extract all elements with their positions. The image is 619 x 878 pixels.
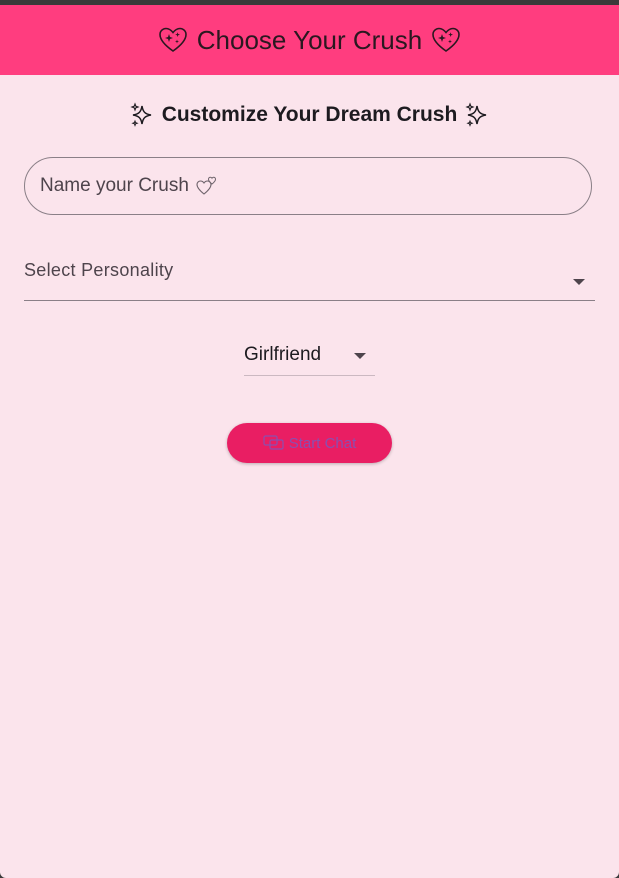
start-chat-button[interactable]: Start Chat	[227, 423, 392, 463]
app-window: Choose Your Crush Customize Your Dream C…	[0, 5, 619, 878]
subtitle-text: Customize Your Dream Crush	[161, 103, 458, 126]
app-bar: Choose Your Crush	[0, 5, 619, 75]
chat-icon	[263, 435, 284, 450]
sparkles-icon	[465, 102, 487, 127]
page-subtitle: Customize Your Dream Crush	[0, 101, 619, 129]
relationship-dropdown[interactable]: Girlfriend	[244, 340, 375, 376]
personality-label: Select Personality	[24, 260, 174, 280]
app-bar-title: Choose Your Crush	[196, 24, 423, 55]
relationship-value: Girlfriend	[244, 344, 322, 365]
chevron-down-icon	[354, 353, 366, 359]
crush-name-input[interactable]: Name your Crush	[24, 157, 592, 215]
personality-dropdown[interactable]: Select Personality	[24, 251, 595, 301]
two-hearts-icon	[196, 176, 216, 195]
sparkling-heart-icon	[432, 27, 461, 52]
start-chat-label: Start Chat	[288, 434, 357, 452]
crush-name-placeholder: Name your Crush	[40, 175, 189, 196]
chevron-down-icon	[573, 279, 585, 285]
sparkles-icon	[130, 102, 151, 127]
sparkling-heart-icon	[158, 27, 187, 52]
